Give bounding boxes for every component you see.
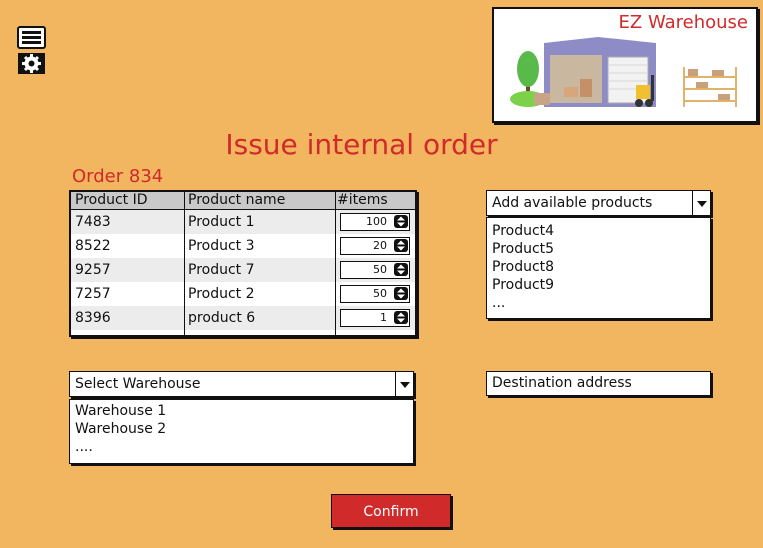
logo: EZ Warehouse — [492, 7, 758, 123]
gear-icon[interactable] — [17, 52, 47, 76]
warehouse-logo-icon — [510, 37, 737, 107]
warehouse-dropdown-label: Select Warehouse — [75, 376, 201, 392]
menu-icon[interactable] — [17, 26, 47, 50]
stepper-arrows-icon[interactable] — [394, 287, 408, 300]
quantity-value: 50 — [373, 287, 387, 300]
chevron-down-icon[interactable] — [692, 191, 710, 215]
column-divider — [335, 192, 336, 335]
stepper-arrows-icon[interactable] — [394, 215, 408, 228]
page-title: Issue internal order — [225, 128, 498, 161]
header-product-id: Product ID — [75, 192, 148, 208]
list-item: ... — [492, 295, 506, 311]
product-name: Product 3 — [188, 238, 255, 254]
list-item[interactable]: Product4 — [492, 222, 554, 240]
order-table: Product ID Product name #items 7483 Prod… — [69, 190, 417, 337]
products-dropdown-label: Add available products — [492, 195, 653, 211]
products-list[interactable]: Product4 Product5 Product8 Product9 ... — [486, 217, 711, 319]
header-product-name: Product name — [188, 192, 286, 208]
quantity-stepper[interactable]: 50 — [340, 285, 410, 303]
list-item[interactable]: Warehouse 1 — [75, 402, 166, 420]
quantity-stepper[interactable]: 50 — [340, 261, 410, 279]
product-name: Product 7 — [188, 262, 255, 278]
destination-address-field[interactable]: Destination address — [486, 371, 711, 396]
chevron-down-icon[interactable] — [395, 372, 413, 396]
table-row: 8396 product 6 1 — [71, 306, 415, 330]
quantity-value: 20 — [373, 239, 387, 252]
destination-placeholder: Destination address — [492, 375, 632, 391]
product-name: product 6 — [188, 310, 256, 326]
quantity-value: 1 — [380, 311, 387, 324]
list-item: .... — [75, 439, 93, 455]
table-row: 7483 Product 1 100 — [71, 210, 415, 234]
column-divider — [184, 192, 185, 335]
list-item[interactable]: Warehouse 2 — [75, 420, 166, 438]
quantity-value: 50 — [373, 263, 387, 276]
warehouse-list[interactable]: Warehouse 1 Warehouse 2 .... — [69, 399, 414, 464]
stepper-arrows-icon[interactable] — [394, 311, 408, 324]
list-item[interactable]: Product5 — [492, 240, 554, 258]
products-dropdown[interactable]: Add available products — [486, 190, 711, 216]
stepper-arrows-icon[interactable] — [394, 239, 408, 252]
product-id: 9257 — [75, 262, 111, 278]
quantity-stepper[interactable]: 100 — [340, 213, 410, 231]
quantity-value: 100 — [366, 215, 387, 228]
product-name: Product 1 — [188, 214, 255, 230]
stepper-arrows-icon[interactable] — [394, 263, 408, 276]
confirm-button[interactable]: Confirm — [331, 494, 451, 528]
product-id: 8396 — [75, 310, 111, 326]
list-item[interactable]: Product9 — [492, 276, 554, 294]
product-id: 8522 — [75, 238, 111, 254]
warehouse-dropdown[interactable]: Select Warehouse — [69, 371, 414, 397]
table-row: 9257 Product 7 50 — [71, 258, 415, 282]
table-row: 7257 Product 2 50 — [71, 282, 415, 306]
quantity-stepper[interactable]: 1 — [340, 309, 410, 327]
order-label: Order 834 — [72, 166, 164, 187]
list-item[interactable]: Product8 — [492, 258, 554, 276]
product-id: 7483 — [75, 214, 111, 230]
header-items: #items — [337, 192, 388, 208]
table-row: 8522 Product 3 20 — [71, 234, 415, 258]
product-id: 7257 — [75, 286, 111, 302]
quantity-stepper[interactable]: 20 — [340, 237, 410, 255]
table-header: Product ID Product name #items — [71, 192, 415, 210]
product-name: Product 2 — [188, 286, 255, 302]
